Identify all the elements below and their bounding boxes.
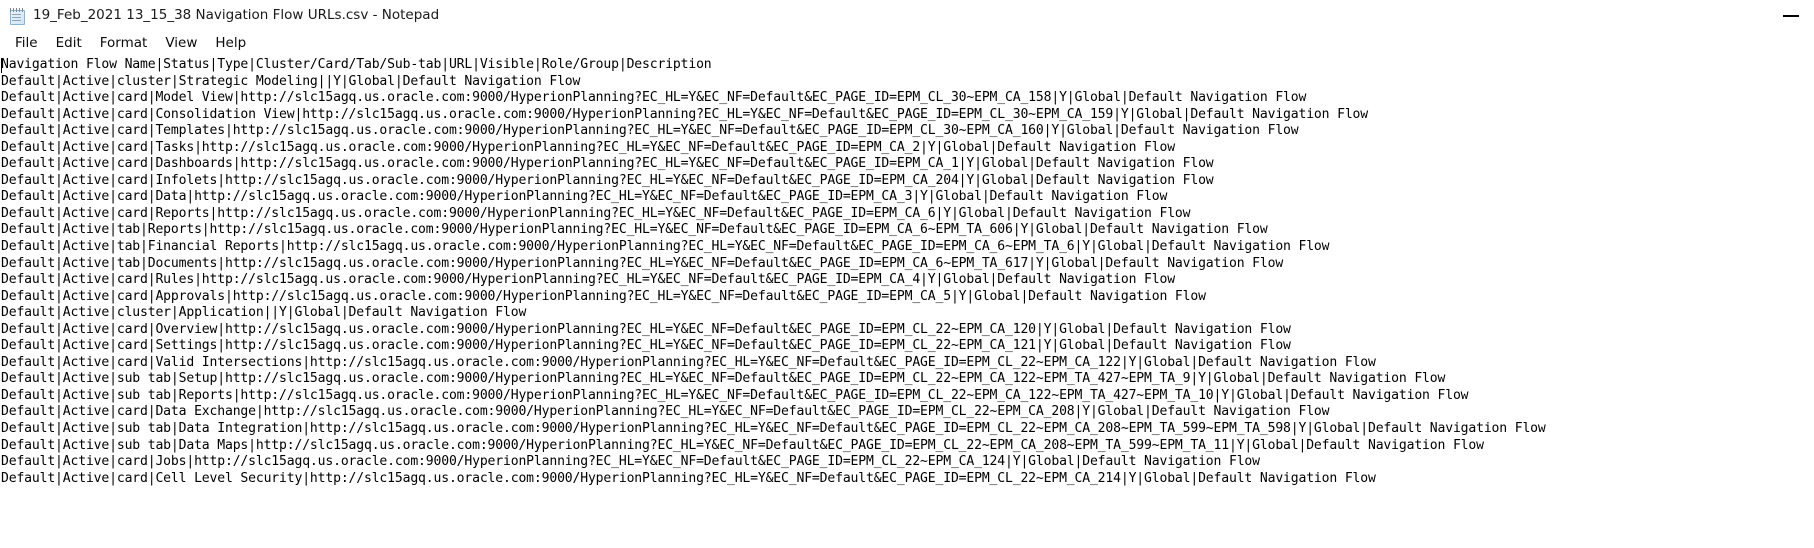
text-line: Default|Active|card|Cell Level Security|…	[1, 470, 1376, 486]
text-line: Default|Active|card|Rules|http://slc15ag…	[1, 272, 1175, 288]
menu-edit[interactable]: Edit	[47, 32, 91, 55]
minimize-button[interactable]	[1768, 0, 1814, 31]
text-line: Default|Active|card|Dashboards|http://sl…	[1, 156, 1214, 172]
minimize-icon	[1783, 14, 1799, 17]
menu-view[interactable]: View	[156, 32, 206, 55]
text-line: Default|Active|tab|Documents|http://slc1…	[1, 255, 1284, 271]
text-line: Default|Active|tab|Reports|http://slc15a…	[1, 222, 1268, 238]
text-line: Default|Active|card|Templates|http://slc…	[1, 123, 1299, 139]
text-line: Default|Active|card|Data Exchange|http:/…	[1, 404, 1330, 420]
menu-file[interactable]: File	[6, 32, 47, 55]
text-line: Default|Active|sub tab|Data Maps|http://…	[1, 437, 1484, 453]
text-line: Default|Active|cluster|Application||Y|Gl…	[1, 305, 527, 321]
text-line: Default|Active|sub tab|Setup|http://slc1…	[1, 371, 1446, 387]
text-line: Default|Active|card|Overview|http://slc1…	[1, 321, 1291, 337]
text-line: Default|Active|card|Valid Intersections|…	[1, 354, 1376, 370]
window-title: 19_Feb_2021 13_15_38 Navigation Flow URL…	[33, 7, 440, 23]
text-line: Default|Active|card|Jobs|http://slc15agq…	[1, 454, 1260, 470]
window-controls	[1768, 0, 1814, 31]
text-line: Default|Active|tab|Financial Reports|htt…	[1, 239, 1330, 255]
text-line: Default|Active|sub tab|Reports|http://sl…	[1, 387, 1469, 403]
text-line: Default|Active|card|Model View|http://sl…	[1, 90, 1307, 106]
menu-help[interactable]: Help	[206, 32, 255, 55]
text-line: Default|Active|card|Approvals|http://slc…	[1, 288, 1206, 304]
text-line: Default|Active|cluster|Strategic Modelin…	[1, 73, 581, 89]
text-line: Default|Active|card|Data|http://slc15agq…	[1, 189, 1168, 205]
text-line: Default|Active|sub tab|Data Integration|…	[1, 421, 1546, 437]
text-line: Default|Active|card|Infolets|http://slc1…	[1, 172, 1214, 188]
text-line: Default|Active|card|Consolidation View|h…	[1, 106, 1368, 122]
title-bar[interactable]: 19_Feb_2021 13_15_38 Navigation Flow URL…	[0, 0, 1814, 31]
text-content[interactable]: Navigation Flow Name|Status|Type|Cluster…	[0, 56, 1814, 548]
text-line: Navigation Flow Name|Status|Type|Cluster…	[1, 57, 712, 72]
notepad-icon	[9, 7, 25, 25]
text-line: Default|Active|card|Reports|http://slc15…	[1, 205, 1191, 221]
text-caret	[1, 58, 2, 73]
notepad-window: 19_Feb_2021 13_15_38 Navigation Flow URL…	[0, 0, 1814, 548]
menu-bar: File Edit Format View Help	[0, 31, 1814, 56]
menu-format[interactable]: Format	[91, 32, 157, 55]
text-line: Default|Active|card|Tasks|http://slc15ag…	[1, 139, 1175, 155]
text-line: Default|Active|card|Settings|http://slc1…	[1, 338, 1291, 354]
editor-area[interactable]: Navigation Flow Name|Status|Type|Cluster…	[0, 56, 1814, 548]
